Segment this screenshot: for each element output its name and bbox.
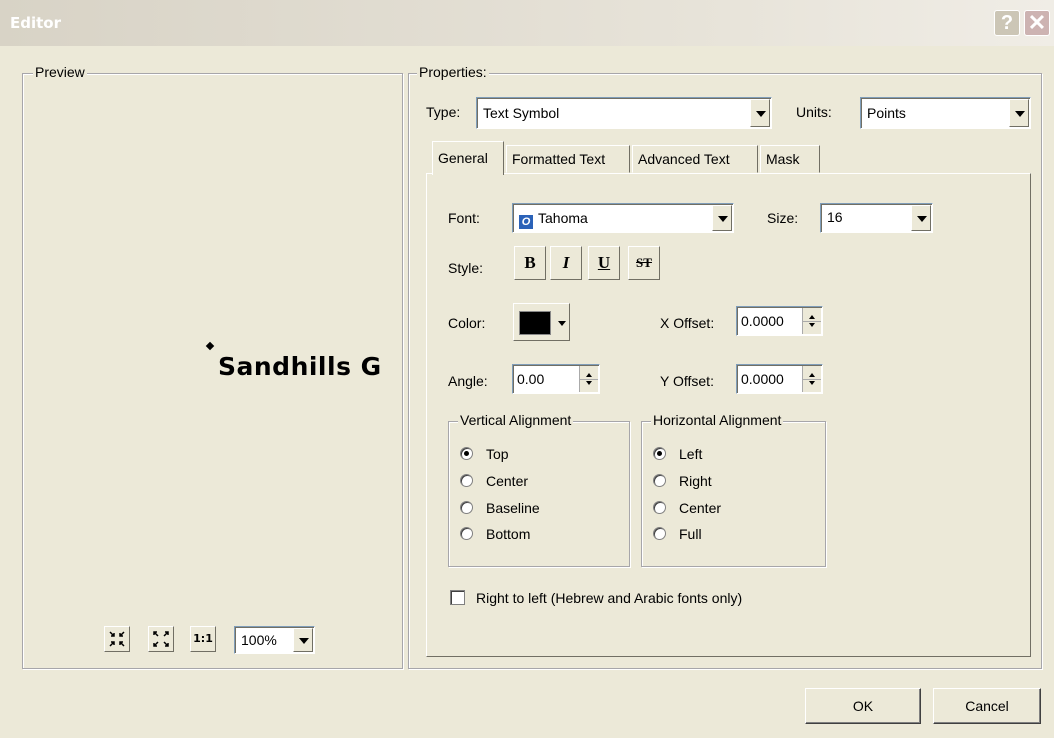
zoom-in-button[interactable] <box>104 626 130 652</box>
y-offset-value: 0.0000 <box>741 371 784 387</box>
radio-valign-baseline[interactable] <box>460 501 473 514</box>
radio-valign-bottom[interactable] <box>460 527 473 540</box>
tab-general[interactable]: General <box>432 141 504 175</box>
actual-size-icon: 1:1 <box>193 632 213 645</box>
tab-advanced-text[interactable]: Advanced Text <box>632 145 758 173</box>
radio-valign-center[interactable] <box>460 474 473 487</box>
actual-size-button[interactable]: 1:1 <box>190 626 216 652</box>
font-select[interactable]: O Tahoma <box>512 203 734 233</box>
chevron-down-icon[interactable] <box>1009 99 1029 127</box>
angle-value: 0.00 <box>517 371 545 387</box>
zoom-select[interactable]: 100% <box>234 626 315 654</box>
halign-left-label: Left <box>679 446 703 462</box>
zoom-in-icon <box>109 631 125 647</box>
chevron-down-icon[interactable] <box>750 99 770 127</box>
font-value: Tahoma <box>538 210 588 226</box>
spin-arrows-icon[interactable] <box>802 366 821 392</box>
halign-center-label: Center <box>679 500 722 516</box>
halign-right-label: Right <box>679 473 712 489</box>
units-value: Points <box>867 105 906 121</box>
vertical-alignment-group <box>448 421 630 567</box>
close-icon: ✕ <box>1027 10 1047 35</box>
size-label: Size: <box>767 210 799 226</box>
type-label: Type: <box>426 104 461 120</box>
y-offset-spinner[interactable]: 0.0000 <box>736 364 823 394</box>
strikethrough-button[interactable]: ST <box>628 246 660 280</box>
valign-bottom-label: Bottom <box>486 526 531 542</box>
type-select[interactable]: Text Symbol <box>476 97 772 129</box>
units-select[interactable]: Points <box>860 97 1031 129</box>
type-value: Text Symbol <box>483 105 560 121</box>
preview-legend: Preview <box>33 64 87 80</box>
x-offset-spinner[interactable]: 0.0000 <box>736 306 823 336</box>
spin-arrows-icon[interactable] <box>802 308 821 334</box>
style-label: Style: <box>448 260 484 276</box>
opentype-font-icon: O <box>519 215 533 229</box>
valign-top-label: Top <box>486 446 509 462</box>
tab-mask[interactable]: Mask <box>760 145 820 173</box>
rtl-label: Right to left (Hebrew and Arabic fonts o… <box>476 590 743 606</box>
ok-button[interactable]: OK <box>805 688 921 724</box>
size-value: 16 <box>827 209 843 225</box>
tab-formatted-text[interactable]: Formatted Text <box>506 145 630 173</box>
valign-baseline-label: Baseline <box>486 500 540 516</box>
x-offset-value: 0.0000 <box>741 313 784 329</box>
underline-button[interactable]: U <box>588 246 620 280</box>
font-label: Font: <box>448 210 480 226</box>
bold-button[interactable]: B <box>514 246 546 280</box>
angle-label: Angle: <box>448 373 488 389</box>
help-button[interactable]: ? <box>994 10 1020 36</box>
chevron-down-icon <box>558 321 566 326</box>
angle-spinner[interactable]: 0.00 <box>512 364 600 394</box>
zoom-out-button[interactable] <box>148 626 174 652</box>
chevron-down-icon[interactable] <box>293 628 313 652</box>
title-bar: Editor ? ✕ <box>0 0 1054 46</box>
zoom-value: 100% <box>241 632 277 648</box>
color-swatch <box>519 311 551 335</box>
close-button[interactable]: ✕ <box>1024 10 1050 36</box>
rtl-checkbox[interactable] <box>450 590 465 605</box>
spin-arrows-icon[interactable] <box>579 366 598 392</box>
preview-sample-text: Sandhills G <box>218 352 382 381</box>
radio-halign-full[interactable] <box>653 527 666 540</box>
size-select[interactable]: 16 <box>820 203 933 233</box>
window-title: Editor <box>10 14 61 32</box>
horizontal-alignment-group <box>641 421 826 567</box>
y-offset-label: Y Offset: <box>660 373 714 389</box>
properties-legend: Properties: <box>417 64 489 80</box>
radio-halign-left[interactable] <box>653 447 666 460</box>
x-offset-label: X Offset: <box>660 315 715 331</box>
radio-valign-top[interactable] <box>460 447 473 460</box>
cancel-button[interactable]: Cancel <box>933 688 1041 724</box>
radio-halign-center[interactable] <box>653 501 666 514</box>
color-label: Color: <box>448 315 486 331</box>
radio-halign-right[interactable] <box>653 474 666 487</box>
horizontal-alignment-legend: Horizontal Alignment <box>651 412 784 428</box>
italic-button[interactable]: I <box>550 246 582 280</box>
color-picker-button[interactable] <box>513 303 570 341</box>
chevron-down-icon[interactable] <box>911 205 931 231</box>
zoom-out-icon <box>153 631 169 647</box>
help-icon: ? <box>1000 12 1014 34</box>
units-label: Units: <box>796 104 832 120</box>
valign-center-label: Center <box>486 473 529 489</box>
vertical-alignment-legend: Vertical Alignment <box>458 412 574 428</box>
halign-full-label: Full <box>679 526 702 542</box>
chevron-down-icon[interactable] <box>712 205 732 231</box>
